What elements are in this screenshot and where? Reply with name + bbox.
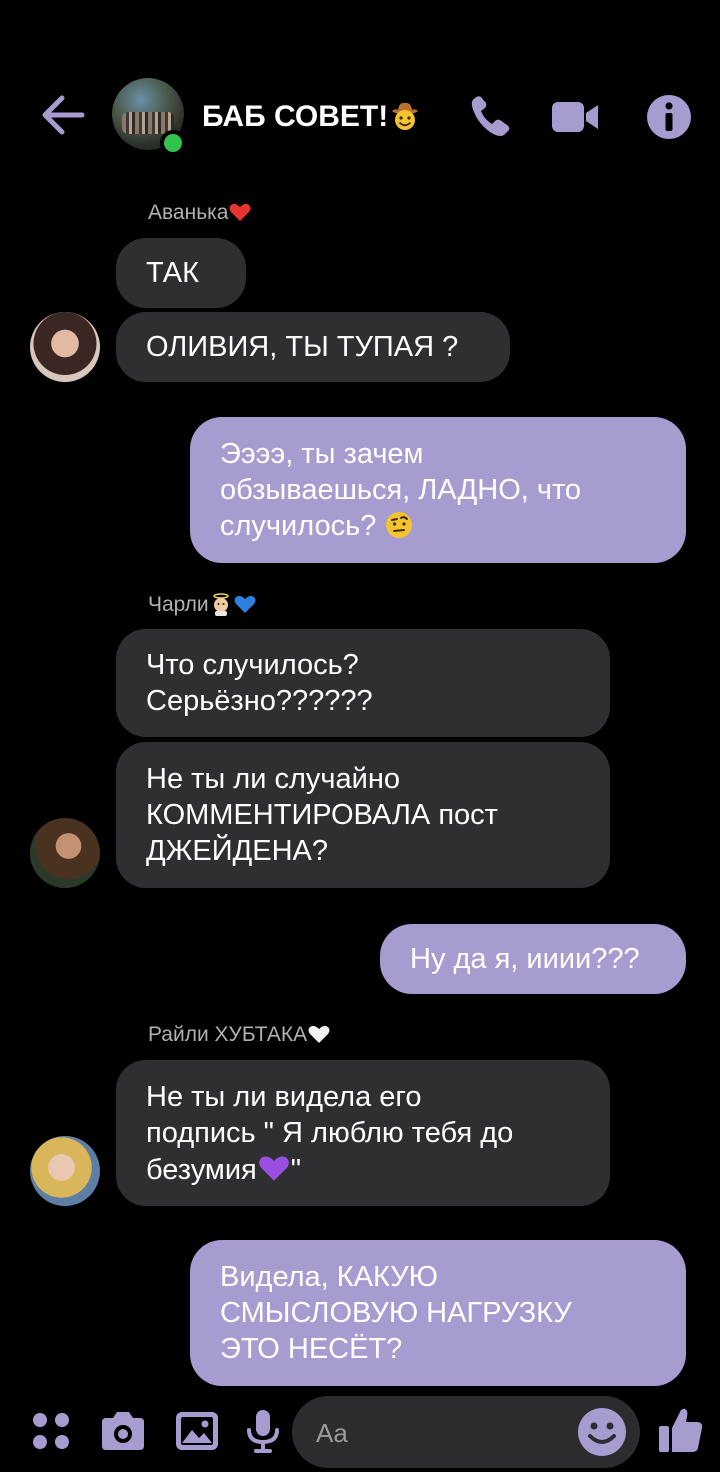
red-heart-emoji-icon xyxy=(229,203,251,221)
composer-bar xyxy=(0,1392,720,1472)
message-line: Ээээ, ты зачем xyxy=(220,438,424,470)
chat-title-text: БАБ СОВЕТ! xyxy=(202,100,389,133)
message-bubble-outgoing[interactable]: Видела, КАКУЮ СМЫСЛОВУЮ НАГРУЗКУ ЭТО НЕС… xyxy=(190,1240,686,1386)
purple-heart-emoji-icon xyxy=(258,1155,289,1181)
message-line: случилось? xyxy=(220,508,414,544)
message-bubble[interactable]: Не ты ли случайно КОММЕНТИРОВАЛА пост ДЖ… xyxy=(116,742,610,888)
message-line: Серьёзно?????? xyxy=(146,685,373,717)
avatar[interactable] xyxy=(30,1136,100,1206)
baby-angel-emoji-icon xyxy=(212,593,229,616)
sender-name-text: Аванька xyxy=(148,201,229,224)
thumbs-up-icon[interactable] xyxy=(656,1404,706,1456)
phone-icon[interactable] xyxy=(466,92,516,142)
sender-name: Аванька xyxy=(148,200,252,225)
smiley-icon[interactable] xyxy=(574,1404,630,1460)
message-line: безумия " xyxy=(146,1151,301,1188)
message-bubble[interactable]: Не ты ли видела его подпись " Я люблю те… xyxy=(116,1060,610,1206)
message-line: Не ты ли случайно xyxy=(146,763,400,795)
message-line-text: безумия xyxy=(146,1153,257,1186)
message-line: ДЖЕЙДЕНА? xyxy=(146,835,329,867)
camera-icon[interactable] xyxy=(98,1406,148,1456)
message-bubble[interactable]: ТАК xyxy=(116,238,246,308)
message-line: обзываешься, ЛАДНО, что xyxy=(220,474,582,506)
message-bubble-outgoing[interactable]: Ээээ, ты зачем обзываешься, ЛАДНО, что с… xyxy=(190,417,686,563)
image-icon[interactable] xyxy=(172,1406,222,1456)
info-icon[interactable] xyxy=(644,92,694,142)
sender-name-text: Чарли xyxy=(148,593,209,616)
white-heart-emoji-icon xyxy=(308,1025,330,1043)
chat-header: БАБ СОВЕТ! xyxy=(0,70,720,160)
four-dots-icon[interactable] xyxy=(26,1406,76,1456)
video-camera-icon[interactable] xyxy=(550,92,600,142)
message-input[interactable] xyxy=(316,1416,566,1450)
face-with-raised-eyebrow-emoji-icon xyxy=(386,512,413,538)
blue-heart-emoji-icon xyxy=(234,595,256,613)
message-line-text: " xyxy=(290,1153,302,1186)
message-line: Видела, КАКУЮ xyxy=(220,1261,438,1293)
message-line: СМЫСЛОВУЮ НАГРУЗКУ xyxy=(220,1297,572,1329)
message-line: Не ты ли видела его xyxy=(146,1080,422,1113)
message-text: ОЛИВИЯ, ТЫ ТУПАЯ ? xyxy=(146,331,459,363)
message-bubble[interactable]: ОЛИВИЯ, ТЫ ТУПАЯ ? xyxy=(116,312,510,382)
message-line: подпись " Я люблю тебя до xyxy=(146,1116,514,1149)
message-bubble-outgoing[interactable]: Ну да я, ииии??? xyxy=(380,924,686,994)
sender-name: Райли ХУБТАКА xyxy=(148,1022,331,1047)
message-line: Что случилось? xyxy=(146,649,359,681)
online-status-indicator xyxy=(160,130,186,156)
message-line: ЭТО НЕСЁТ? xyxy=(220,1333,403,1365)
message-composer[interactable] xyxy=(292,1396,640,1468)
cowboy-face-emoji-icon xyxy=(392,102,419,130)
sender-name-text: Райли ХУБТАКА xyxy=(148,1023,308,1046)
avatar[interactable] xyxy=(30,818,100,888)
back-arrow-icon[interactable] xyxy=(38,92,88,138)
sender-name: Чарли xyxy=(148,592,257,617)
message-text: ТАК xyxy=(146,257,199,289)
message-text: Ну да я, ииии??? xyxy=(410,943,640,975)
message-line: КОММЕНТИРОВАЛА пост xyxy=(146,799,498,831)
avatar[interactable] xyxy=(30,312,100,382)
message-bubble[interactable]: Что случилось? Серьёзно?????? xyxy=(116,629,610,737)
microphone-icon[interactable] xyxy=(238,1406,288,1456)
message-line-text: случилось? xyxy=(220,510,377,542)
chat-title[interactable]: БАБ СОВЕТ! xyxy=(202,98,422,134)
